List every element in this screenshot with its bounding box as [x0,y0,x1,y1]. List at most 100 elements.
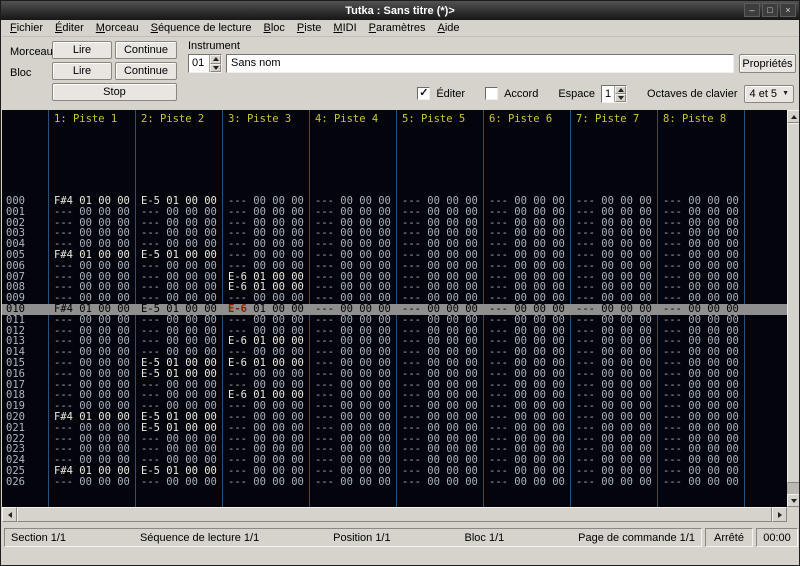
pattern-cell[interactable]: --- 00 00 00 [315,368,391,380]
pattern-cell[interactable]: --- 00 00 00 [141,206,217,218]
chord-checkbox[interactable] [485,87,499,100]
pattern-row[interactable]: 006 --- 00 00 00 --- 00 00 00 --- 00 00 00-… [2,259,787,272]
pattern-cell[interactable]: --- 00 00 00 [663,422,739,434]
pattern-cell[interactable]: --- 00 00 00 [402,476,478,488]
status-position: Position 1/1 [333,531,391,544]
pattern-cell[interactable]: --- 00 00 00 [54,422,130,434]
pattern-cell[interactable]: --- 00 00 00 [402,314,478,326]
pattern-editor[interactable]: 1: Piste 1 2: Piste 2 3: Piste 3 4: Piste 4… [2,110,787,507]
pattern-cell[interactable]: --- 00 00 00 [489,476,565,488]
pattern-row[interactable]: 026 --- 00 00 00 --- 00 00 00 --- 00 00 00-… [2,476,787,488]
close-icon[interactable]: × [780,3,796,17]
pattern-cell[interactable]: --- 00 00 00 [228,368,304,380]
spin-up-icon[interactable] [210,55,221,64]
pattern-cell[interactable]: --- 00 00 00 [489,422,565,434]
pattern-rows: 000 F#4 01 00 00 E-5 01 00 00 --- 00 00 00-… [2,196,787,488]
menu-morceau[interactable]: Morceau [90,21,145,35]
pattern-cell[interactable]: --- 00 00 00 [402,260,478,272]
pattern-cell[interactable]: --- 00 00 00 [663,368,739,380]
maximize-icon[interactable]: □ [762,3,778,17]
pattern-row[interactable]: 016 --- 00 00 00 E-5 01 00 00 --- 00 00 00-… [2,367,787,380]
pattern-cell[interactable]: --- 00 00 00 [54,260,130,272]
pattern-cell[interactable]: --- 00 00 00 [489,206,565,218]
pattern-cell[interactable]: --- 00 00 00 [663,260,739,272]
instrument-name-input[interactable]: Sans nom [226,54,734,73]
space-spinbox[interactable]: 1 [601,84,628,103]
pattern-cell[interactable]: E-5 01 00 00 [141,368,217,380]
pattern-cell[interactable]: --- 00 00 00 [576,476,652,488]
pattern-cell[interactable]: --- 00 00 00 [402,422,478,434]
menu-piste[interactable]: Piste [291,21,327,35]
pattern-cell[interactable]: --- 00 00 00 [141,314,217,326]
pattern-cell[interactable]: --- 00 00 00 [663,314,739,326]
pattern-cell[interactable]: --- 00 00 00 [315,476,391,488]
properties-button[interactable]: Propriétés [739,54,796,73]
pattern-cell[interactable]: --- 00 00 00 [54,206,130,218]
vertical-scrollbar[interactable] [787,110,799,507]
pattern-cell[interactable]: --- 00 00 00 [54,368,130,380]
pattern-cell[interactable]: --- 00 00 00 [228,422,304,434]
menu-parametres[interactable]: Paramètres [363,21,432,35]
menu-bloc[interactable]: Bloc [258,21,291,35]
track-header: 7: Piste 7 [576,113,640,125]
song-play-button[interactable]: Lire [52,41,112,59]
spin-down-icon[interactable] [615,93,627,102]
pattern-cell[interactable]: --- 00 00 00 [315,314,391,326]
pattern-cell[interactable]: --- 00 00 00 [54,314,130,326]
pattern-cell[interactable]: --- 00 00 00 [489,314,565,326]
chord-label: Accord [504,87,539,100]
minimize-icon[interactable]: – [744,3,760,17]
scroll-left-icon[interactable] [2,507,17,522]
pattern-cell[interactable]: --- 00 00 00 [141,260,217,272]
pattern-cell[interactable]: --- 00 00 00 [576,314,652,326]
track-header: 1: Piste 1 [54,113,118,125]
pattern-cell[interactable]: --- 00 00 00 [489,260,565,272]
menu-sequence-de-lecture[interactable]: Séquence de lecture [145,21,258,35]
spin-up-icon[interactable] [615,85,627,94]
song-continue-button[interactable]: Continue [115,41,177,59]
pattern-cell[interactable]: --- 00 00 00 [228,206,304,218]
pattern-cell[interactable]: --- 00 00 00 [576,260,652,272]
octaves-combobox[interactable]: 4 et 5 ▼ [743,84,794,103]
stop-button[interactable]: Stop [52,83,177,101]
titlebar[interactable]: Tutka : Sans titre (*)> – □ × [1,1,799,20]
pattern-row[interactable]: 001 --- 00 00 00 --- 00 00 00 --- 00 00 00-… [2,206,787,218]
pattern-cell[interactable]: --- 00 00 00 [315,260,391,272]
pattern-cell[interactable]: --- 00 00 00 [576,422,652,434]
menu-aide[interactable]: Aide [432,21,466,35]
pattern-cell[interactable]: --- 00 00 00 [228,476,304,488]
pattern-cell[interactable]: --- 00 00 00 [402,206,478,218]
menu-editer[interactable]: Éditer [49,21,90,35]
row-number: 006 [6,259,25,272]
pattern-cell[interactable]: --- 00 00 00 [228,260,304,272]
pattern-row[interactable]: 011 --- 00 00 00 --- 00 00 00 --- 00 00 00-… [2,314,787,326]
menu-midi[interactable]: MIDI [327,21,362,35]
scroll-down-icon[interactable] [787,494,799,507]
pattern-cell[interactable]: --- 00 00 00 [663,206,739,218]
pattern-cell[interactable]: --- 00 00 00 [228,314,304,326]
pattern-cell[interactable]: --- 00 00 00 [576,368,652,380]
vscroll-thumb[interactable] [787,123,799,483]
pattern-cell[interactable]: --- 00 00 00 [141,476,217,488]
row-number: 016 [6,367,25,380]
statusbar: Section 1/1 Séquence de lecture 1/1 Posi… [2,526,799,549]
scroll-up-icon[interactable] [787,110,799,123]
pattern-cell[interactable]: --- 00 00 00 [315,422,391,434]
pattern-cell[interactable]: --- 00 00 00 [663,476,739,488]
pattern-row[interactable]: 021 --- 00 00 00 E-5 01 00 00 --- 00 00 00-… [2,422,787,434]
edit-checkbox[interactable]: ✓ [417,87,431,100]
menu-fichier[interactable]: Fichier [4,21,49,35]
pattern-cell[interactable]: --- 00 00 00 [576,206,652,218]
block-continue-button[interactable]: Continue [115,62,177,80]
pattern-cell[interactable]: --- 00 00 00 [402,368,478,380]
spin-down-icon[interactable] [210,63,221,72]
instrument-number-spinbox[interactable]: 01 [188,54,222,73]
pattern-cell[interactable]: --- 00 00 00 [489,368,565,380]
pattern-cell[interactable]: --- 00 00 00 [54,476,130,488]
pattern-cell[interactable]: --- 00 00 00 [315,206,391,218]
block-play-button[interactable]: Lire [52,62,112,80]
horizontal-scrollbar[interactable] [2,507,787,522]
pattern-cell[interactable]: E-5 01 00 00 [141,422,217,434]
hscroll-thumb[interactable] [17,507,772,522]
scroll-right-icon[interactable] [772,507,787,522]
